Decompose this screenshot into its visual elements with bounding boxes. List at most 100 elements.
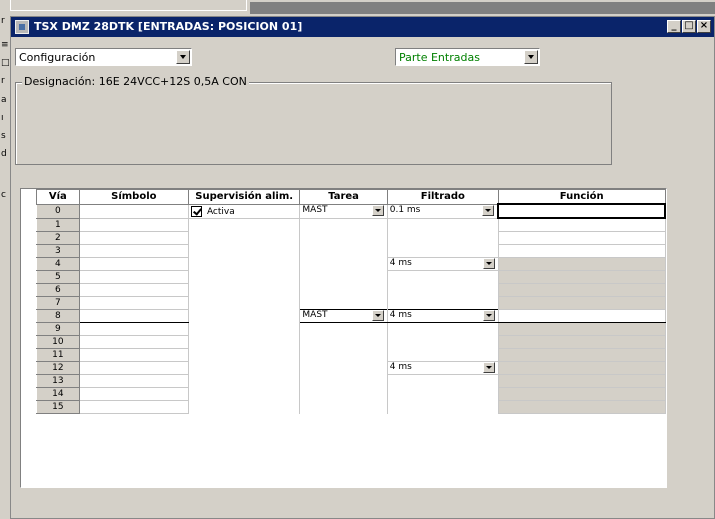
simbolo-cell[interactable] bbox=[78, 203, 189, 219]
background-top-bar bbox=[10, 0, 715, 16]
simbolo-cell[interactable] bbox=[78, 400, 189, 414]
table-row[interactable]: 4 4 ms bbox=[36, 257, 666, 271]
table-row[interactable]: 15 bbox=[36, 400, 666, 414]
table-row[interactable]: 6 bbox=[36, 283, 666, 297]
title-bar[interactable]: TSX DMZ 28DTK [ENTRADAS: POSICION 01] _ … bbox=[11, 17, 714, 37]
simbolo-cell[interactable] bbox=[78, 217, 189, 232]
funcion-cell bbox=[497, 387, 666, 401]
simbolo-cell[interactable] bbox=[78, 387, 189, 401]
via-cell[interactable]: 8 bbox=[36, 309, 80, 323]
supervision-cell[interactable]: Activa bbox=[187, 203, 301, 219]
simbolo-cell[interactable] bbox=[78, 309, 189, 323]
via-cell[interactable]: 7 bbox=[36, 296, 80, 310]
simbolo-cell[interactable] bbox=[78, 374, 189, 388]
funcion-cell[interactable] bbox=[497, 309, 666, 323]
config-select[interactable]: Configuración bbox=[15, 48, 192, 66]
chevron-down-icon[interactable] bbox=[482, 310, 495, 321]
supervision-cell bbox=[187, 322, 301, 336]
via-cell[interactable]: 0 bbox=[36, 203, 80, 219]
table-row[interactable]: 3 bbox=[36, 244, 666, 258]
tarea-cell bbox=[299, 231, 388, 245]
filtrado-cell bbox=[386, 374, 499, 388]
filtrado-value: 0.1 ms bbox=[389, 205, 421, 215]
via-cell[interactable]: 9 bbox=[36, 322, 80, 336]
via-cell[interactable]: 14 bbox=[36, 387, 80, 401]
simbolo-cell[interactable] bbox=[78, 283, 189, 297]
via-cell[interactable]: 4 bbox=[36, 257, 80, 271]
table-row[interactable]: 9 bbox=[36, 322, 666, 336]
table-row[interactable]: 5 bbox=[36, 270, 666, 284]
simbolo-cell[interactable] bbox=[78, 335, 189, 349]
supervision-cell bbox=[187, 231, 301, 245]
via-cell[interactable]: 5 bbox=[36, 270, 80, 284]
via-cell[interactable]: 10 bbox=[36, 335, 80, 349]
checkbox-checked-icon[interactable] bbox=[190, 205, 202, 217]
table-row[interactable]: 13 bbox=[36, 374, 666, 388]
maximize-button[interactable]: □ bbox=[682, 20, 696, 33]
tarea-cell bbox=[299, 296, 388, 310]
tarea-cell[interactable]: MAST bbox=[299, 203, 388, 219]
filtrado-cell bbox=[386, 322, 499, 336]
chevron-down-icon[interactable] bbox=[176, 50, 190, 64]
module-config-window: TSX DMZ 28DTK [ENTRADAS: POSICION 01] _ … bbox=[10, 16, 715, 519]
via-cell[interactable]: 11 bbox=[36, 348, 80, 362]
minimize-button[interactable]: _ bbox=[667, 20, 681, 33]
chevron-down-icon[interactable] bbox=[371, 205, 384, 216]
col-header-filtrado: Filtrado bbox=[386, 189, 499, 205]
table-row[interactable]: 2 bbox=[36, 231, 666, 245]
filtrado-cell[interactable]: 4 ms bbox=[386, 309, 499, 323]
simbolo-cell[interactable] bbox=[78, 231, 189, 245]
tarea-cell bbox=[299, 322, 388, 336]
table-row[interactable]: 10 bbox=[36, 335, 666, 349]
simbolo-cell[interactable] bbox=[78, 257, 189, 271]
simbolo-cell[interactable] bbox=[78, 361, 189, 375]
funcion-cell[interactable] bbox=[497, 203, 666, 219]
supervision-cell bbox=[187, 218, 301, 232]
via-cell[interactable]: 13 bbox=[36, 374, 80, 388]
funcion-cell[interactable] bbox=[497, 217, 666, 232]
filtrado-cell[interactable]: 4 ms bbox=[386, 361, 499, 375]
col-header-via: Vía bbox=[36, 189, 80, 205]
simbolo-cell[interactable] bbox=[78, 270, 189, 284]
chevron-down-icon[interactable] bbox=[524, 50, 538, 64]
via-cell[interactable]: 12 bbox=[36, 361, 80, 375]
filtrado-cell[interactable]: 0.1 ms bbox=[386, 203, 499, 219]
table-row[interactable]: 0 Activa MAST 0.1 ms bbox=[36, 203, 666, 219]
chevron-down-icon[interactable] bbox=[371, 310, 384, 321]
funcion-cell[interactable] bbox=[497, 244, 666, 258]
via-cell[interactable]: 6 bbox=[36, 283, 80, 297]
table-row[interactable]: 12 4 ms bbox=[36, 361, 666, 375]
parte-select[interactable]: Parte Entradas bbox=[395, 48, 540, 66]
funcion-cell[interactable] bbox=[497, 231, 666, 245]
chevron-down-icon[interactable] bbox=[482, 258, 495, 269]
funcion-cell bbox=[497, 400, 666, 414]
channel-grid-area: Vía Símbolo Supervisión alim. Tarea Filt… bbox=[20, 188, 667, 488]
simbolo-cell[interactable] bbox=[78, 322, 189, 336]
table-row[interactable]: 7 bbox=[36, 296, 666, 310]
tarea-cell bbox=[299, 270, 388, 284]
tarea-cell[interactable]: MAST bbox=[299, 309, 388, 323]
via-cell[interactable]: 3 bbox=[36, 244, 80, 258]
col-header-supervision: Supervisión alim. bbox=[187, 189, 301, 205]
via-cell[interactable]: 15 bbox=[36, 400, 80, 414]
table-row[interactable]: 11 bbox=[36, 348, 666, 362]
funcion-cell bbox=[497, 270, 666, 284]
table-row[interactable]: 8 MAST 4 ms bbox=[36, 309, 666, 323]
filtrado-cell bbox=[386, 348, 499, 362]
filtrado-cell bbox=[386, 400, 499, 414]
via-cell[interactable]: 2 bbox=[36, 231, 80, 245]
via-cell[interactable]: 1 bbox=[36, 217, 80, 232]
chevron-down-icon[interactable] bbox=[482, 205, 495, 216]
funcion-cell bbox=[497, 296, 666, 310]
table-row[interactable]: 14 bbox=[36, 387, 666, 401]
close-button[interactable]: × bbox=[697, 20, 711, 33]
chevron-down-icon[interactable] bbox=[482, 362, 495, 373]
simbolo-cell[interactable] bbox=[78, 348, 189, 362]
simbolo-cell[interactable] bbox=[78, 296, 189, 310]
filtrado-cell bbox=[386, 218, 499, 232]
table-row[interactable]: 1 bbox=[36, 217, 666, 232]
channel-table: Vía Símbolo Supervisión alim. Tarea Filt… bbox=[36, 189, 666, 414]
supervision-cell bbox=[187, 348, 301, 362]
simbolo-cell[interactable] bbox=[78, 244, 189, 258]
filtrado-cell[interactable]: 4 ms bbox=[386, 257, 499, 271]
